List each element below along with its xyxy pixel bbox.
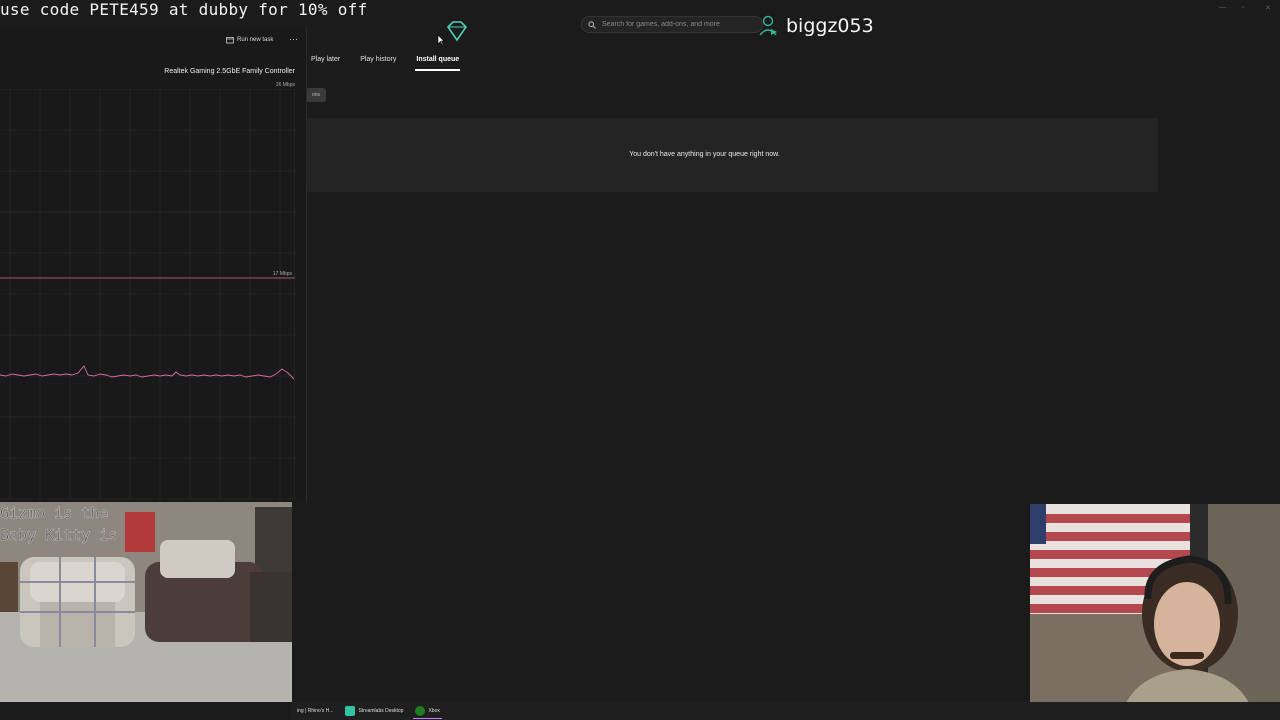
xbox-icon [415,706,426,716]
gem-icon [446,21,468,42]
filter-button[interactable]: ons [306,88,326,102]
taskbar-item-streamlabs[interactable]: Streamlabs Desktop [339,702,409,720]
network-throughput-graph [0,89,295,500]
minimize-icon[interactable]: — [1219,4,1226,11]
user-avatar-icon[interactable] [759,15,779,37]
search-icon [588,20,596,29]
taskbar: ing | Rhino's H... Streamlabs Desktop Xb… [291,702,1280,720]
cam-text-line-1: Gizmo is the [0,504,109,523]
tab-play-history[interactable]: Play history [360,56,406,72]
graph-scale-mid: 17 Mbps [272,271,292,277]
room-cam-overlay-text: Gizmo is the Baby Kitty is [0,502,118,546]
task-manager-window: Run new task ⋯ Realtek Gaming 2.5GbE Fam… [0,28,307,502]
taskbar-item-label: ing | Rhino's H... [297,708,334,714]
streamlabs-icon [345,706,356,716]
taskbar-item-label: Xbox [428,708,440,714]
close-icon[interactable]: ✕ [1265,4,1271,12]
tab-play-later[interactable]: Play later [311,56,350,72]
taskbar-item-xbox[interactable]: Xbox [409,702,445,720]
username-label[interactable]: biggz053 [786,15,874,37]
taskbar-item-browser[interactable]: ing | Rhino's H... [291,702,339,720]
search-input[interactable] [600,20,754,29]
streamer-webcam-feed [1030,504,1280,720]
run-new-task-button[interactable]: Run new task [226,36,273,44]
more-options-icon[interactable]: ⋯ [289,34,299,45]
network-adapter-name: Realtek Gaming 2.5GbE Family Controller [164,68,295,75]
taskbar-item-label: Streamlabs Desktop [358,708,404,714]
mouse-cursor-icon [437,34,445,46]
install-queue-panel: You don't have anything in your queue ri… [307,118,1158,192]
library-tabs: Play later Play history Install queue [311,56,469,72]
graph-scale-max: 26 Mbps [275,82,295,88]
empty-queue-message: You don't have anything in your queue ri… [629,151,780,158]
streamer-image [1030,504,1280,720]
tab-install-queue[interactable]: Install queue [415,56,469,72]
run-task-label: Run new task [237,37,274,43]
search-bar[interactable] [581,16,763,33]
cam-text-line-2: Baby Kitty is [0,526,118,545]
promo-banner-text: use code PETE459 at dubby for 10% off [0,0,368,19]
room-webcam-feed: Gizmo is the Baby Kitty is [0,502,292,702]
run-task-icon [226,37,234,44]
maximize-icon[interactable]: ▫ [1242,4,1244,11]
